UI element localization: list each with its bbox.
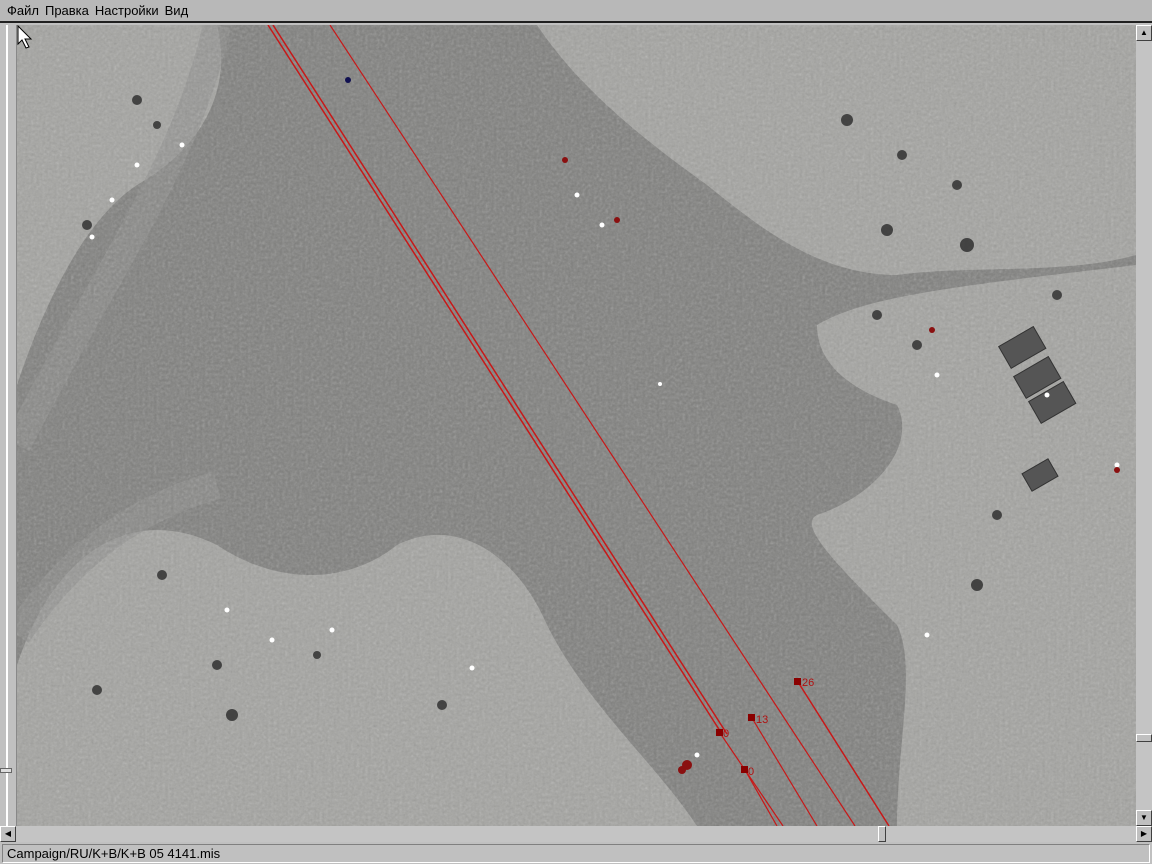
scroll-down-button[interactable]: ▼ [1136,810,1152,826]
scroll-right-button[interactable]: ▶ [1136,826,1152,842]
menu-view[interactable]: Вид [162,3,192,18]
waypoint-label[interactable]: 0 [723,728,729,740]
menu-settings[interactable]: Настройки [92,3,162,18]
map-canvas[interactable]: 0 0 13 26 [17,25,1136,826]
vertical-scrollbar[interactable]: ▲ ▼ [1136,25,1152,826]
status-file-path: Campaign/RU/K+B/K+B 05 4141.mis [2,844,1150,863]
map-terrain [17,25,1136,826]
waypoint-label[interactable]: 13 [756,714,768,726]
status-bar: Campaign/RU/K+B/K+B 05 4141.mis [0,843,1152,864]
horizontal-scrollbar[interactable]: ◀ ▶ [0,826,1152,842]
ruler-line [6,25,8,826]
mouse-cursor-icon [17,25,33,49]
menu-bar: Файл Правка Настройки Вид [0,0,1152,23]
vertical-scroll-thumb[interactable] [1136,734,1152,742]
scroll-left-button[interactable]: ◀ [0,826,16,842]
menu-edit[interactable]: Правка [42,3,92,18]
ruler-marker[interactable] [0,768,12,773]
blue-unit [345,77,351,83]
menu-file[interactable]: Файл [4,3,42,18]
left-ruler [0,25,17,826]
horizontal-scroll-thumb[interactable] [878,826,886,842]
waypoint-label[interactable]: 0 [748,766,754,778]
waypoint-label[interactable]: 26 [802,677,814,689]
scroll-up-button[interactable]: ▲ [1136,25,1152,41]
